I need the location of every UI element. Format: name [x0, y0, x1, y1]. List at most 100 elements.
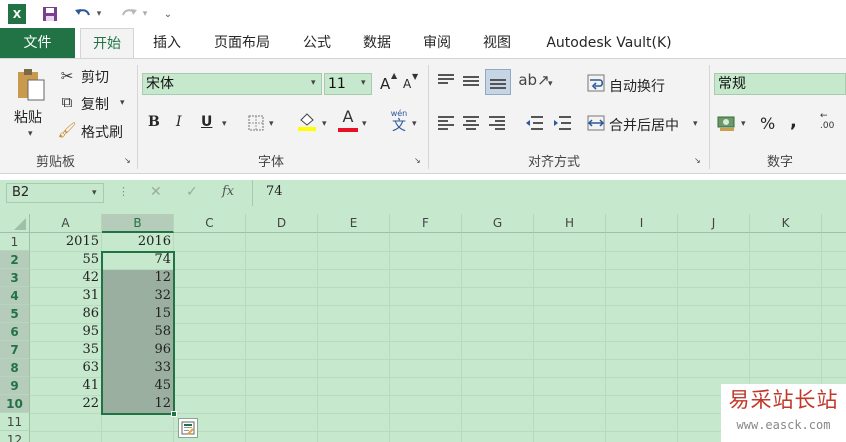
- row-header-6[interactable]: 6: [0, 323, 30, 341]
- paste-icon[interactable]: [14, 67, 48, 103]
- column-header-j[interactable]: J: [678, 214, 750, 233]
- grow-font-button[interactable]: A: [380, 75, 390, 93]
- cancel-icon[interactable]: ✕: [150, 184, 162, 200]
- font-color-dropdown-icon[interactable]: ▾: [362, 119, 367, 129]
- name-box[interactable]: B2: [6, 183, 104, 203]
- orientation-dropdown-icon[interactable]: ▾: [548, 79, 553, 89]
- row-header-1[interactable]: 1: [0, 233, 30, 251]
- row-header-7[interactable]: 7: [0, 341, 30, 359]
- customize-qat-icon[interactable]: ⌄: [162, 4, 174, 24]
- cell-b2[interactable]: 74: [102, 251, 174, 269]
- redo-icon[interactable]: [118, 4, 140, 24]
- bottom-align-icon[interactable]: [485, 69, 511, 95]
- cell-b7[interactable]: 96: [102, 341, 174, 359]
- cell-b4[interactable]: 32: [102, 287, 174, 305]
- undo-dropdown-icon[interactable]: ▾: [94, 4, 104, 24]
- bold-button[interactable]: B: [148, 114, 160, 130]
- cell-a9[interactable]: 41: [30, 377, 102, 395]
- comma-button[interactable]: ,: [790, 111, 797, 132]
- format-painter-button[interactable]: 格式刷: [81, 122, 123, 142]
- shrink-font-button[interactable]: A: [403, 77, 411, 91]
- font-color-icon[interactable]: A: [338, 108, 358, 132]
- italic-button[interactable]: I: [176, 114, 182, 130]
- cell-a7[interactable]: 35: [30, 341, 102, 359]
- row-header-5[interactable]: 5: [0, 305, 30, 323]
- formula-input[interactable]: 74: [266, 184, 283, 199]
- column-header-next[interactable]: [822, 214, 846, 233]
- undo-icon[interactable]: [72, 4, 94, 24]
- row-header-11[interactable]: 11: [0, 413, 30, 431]
- tab-review[interactable]: 审阅: [412, 28, 462, 58]
- merge-center-dropdown-icon[interactable]: ▾: [693, 119, 698, 129]
- font-name-field[interactable]: 宋体: [142, 73, 322, 95]
- cell-a6[interactable]: 95: [30, 323, 102, 341]
- font-size-dropdown-icon[interactable]: ▾: [361, 78, 366, 88]
- border-icon[interactable]: [246, 113, 266, 133]
- top-align-icon[interactable]: [436, 71, 456, 91]
- row-header-12[interactable]: 12: [0, 431, 30, 442]
- align-center-icon[interactable]: [461, 113, 481, 133]
- name-box-dropdown-icon[interactable]: ▾: [92, 188, 97, 198]
- percent-button[interactable]: %: [760, 114, 775, 133]
- worksheet-grid[interactable]: A B C D E F G H I J K 1 2 3 4 5 6 7 8 9 …: [0, 214, 846, 442]
- column-header-k[interactable]: K: [750, 214, 822, 233]
- quick-analysis-icon[interactable]: [178, 418, 198, 438]
- column-header-c[interactable]: C: [174, 214, 246, 233]
- tab-data[interactable]: 数据: [352, 28, 402, 58]
- cell-a10[interactable]: 22: [30, 395, 102, 413]
- tab-autodesk-vault[interactable]: Autodesk Vault(K): [534, 28, 684, 58]
- tab-view[interactable]: 视图: [472, 28, 522, 58]
- row-header-2[interactable]: 2: [0, 251, 30, 269]
- column-header-h[interactable]: H: [534, 214, 606, 233]
- fill-color-dropdown-icon[interactable]: ▾: [322, 119, 327, 129]
- insert-function-button[interactable]: fx: [222, 184, 234, 199]
- clipboard-launcher-icon[interactable]: ↘: [124, 156, 131, 165]
- accounting-dropdown-icon[interactable]: ▾: [741, 119, 746, 129]
- tab-page-layout[interactable]: 页面布局: [204, 28, 280, 58]
- border-dropdown-icon[interactable]: ▾: [269, 119, 274, 129]
- cell-b8[interactable]: 33: [102, 359, 174, 377]
- cell-a4[interactable]: 31: [30, 287, 102, 305]
- orientation-icon[interactable]: ab↗: [518, 69, 549, 91]
- font-launcher-icon[interactable]: ↘: [414, 156, 421, 165]
- column-header-e[interactable]: E: [318, 214, 390, 233]
- column-header-f[interactable]: F: [390, 214, 462, 233]
- cell-a1[interactable]: 2015: [30, 233, 102, 251]
- increase-indent-icon[interactable]: [552, 113, 572, 133]
- cell-a8[interactable]: 63: [30, 359, 102, 377]
- tab-formulas[interactable]: 公式: [292, 28, 342, 58]
- alignment-launcher-icon[interactable]: ↘: [694, 156, 701, 165]
- row-header-10[interactable]: 10: [0, 395, 30, 413]
- enter-icon[interactable]: ✓: [186, 184, 198, 200]
- tab-insert[interactable]: 插入: [142, 28, 192, 58]
- number-format-field[interactable]: 常规: [714, 73, 846, 95]
- row-header-3[interactable]: 3: [0, 269, 30, 287]
- cell-a3[interactable]: 42: [30, 269, 102, 287]
- increase-decimal-icon[interactable]: ← .00: [820, 111, 834, 131]
- cell-b5[interactable]: 15: [102, 305, 174, 323]
- cut-button[interactable]: 剪切: [81, 67, 109, 87]
- column-header-a[interactable]: A: [30, 214, 102, 233]
- save-icon[interactable]: [40, 4, 60, 24]
- phonetic-guide-icon[interactable]: wén 文: [388, 109, 410, 135]
- paste-button[interactable]: 粘贴: [14, 107, 42, 127]
- copy-dropdown-icon[interactable]: ▾: [120, 98, 125, 108]
- row-header-9[interactable]: 9: [0, 377, 30, 395]
- row-header-4[interactable]: 4: [0, 287, 30, 305]
- align-left-icon[interactable]: [436, 113, 456, 133]
- decrease-indent-icon[interactable]: [524, 113, 544, 133]
- redo-dropdown-icon[interactable]: ▾: [140, 4, 150, 24]
- accounting-format-icon[interactable]: [716, 112, 738, 134]
- middle-align-icon[interactable]: [461, 71, 481, 91]
- merge-center-button[interactable]: 合并后居中: [609, 115, 679, 135]
- cell-b3[interactable]: 12: [102, 269, 174, 287]
- cell-a2[interactable]: 55: [30, 251, 102, 269]
- cell-b1[interactable]: 2016: [102, 233, 174, 251]
- cell-b6[interactable]: 58: [102, 323, 174, 341]
- column-header-i[interactable]: I: [606, 214, 678, 233]
- underline-button[interactable]: U: [201, 114, 212, 130]
- align-right-icon[interactable]: [487, 113, 507, 133]
- tab-file[interactable]: 文件: [0, 28, 75, 58]
- phonetic-dropdown-icon[interactable]: ▾: [412, 119, 417, 129]
- cell-b9[interactable]: 45: [102, 377, 174, 395]
